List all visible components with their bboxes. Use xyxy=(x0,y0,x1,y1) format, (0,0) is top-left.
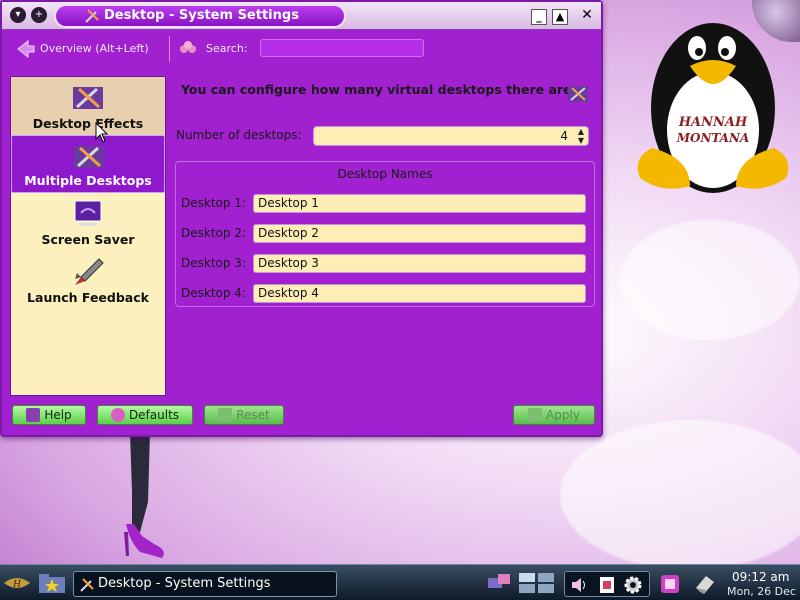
desktop-name-label: Desktop 3: xyxy=(181,256,246,270)
settings-tools-icon xyxy=(80,578,94,592)
desktop-settings-icon xyxy=(568,86,588,102)
device-notifier-icon[interactable] xyxy=(658,572,680,594)
defaults-button-label: Defaults xyxy=(128,408,180,422)
desktop-effects-icon xyxy=(73,87,103,109)
sidebar-item-label: Desktop Effects xyxy=(32,116,144,131)
desktop-name-field[interactable]: Desktop 3 xyxy=(253,254,586,273)
desktop-name-field[interactable]: Desktop 4 xyxy=(253,284,586,303)
search-input[interactable] xyxy=(260,39,424,57)
window-title: Desktop - System Settings xyxy=(54,4,346,28)
desktop-name-label: Desktop 1: xyxy=(181,196,246,210)
sidebar-item-multiple-desktops[interactable]: Multiple Desktops xyxy=(11,135,165,193)
apply-check-icon xyxy=(528,408,543,422)
app-launcher-icon[interactable]: H xyxy=(2,571,32,595)
desktop-name-row: Desktop 4: Desktop 4 xyxy=(181,284,591,304)
desktop-name-row: Desktop 3: Desktop 3 xyxy=(181,254,591,274)
klipper-icon[interactable] xyxy=(597,575,617,595)
back-arrow-icon xyxy=(17,40,35,58)
desktop-cloud xyxy=(620,220,800,340)
folder-star-icon[interactable] xyxy=(37,571,67,595)
sidebar-item-label: Launch Feedback xyxy=(27,290,149,305)
toolbar: Overview (Alt+Left) Search: xyxy=(2,32,601,66)
help-button-label: Help xyxy=(44,408,72,422)
help-button[interactable]: Help xyxy=(12,405,86,425)
system-tray xyxy=(564,571,650,597)
tux-penguin-image: HANNAH MONTANA xyxy=(637,23,789,193)
window-menu-icon[interactable]: ▾ xyxy=(10,7,26,23)
apply-button[interactable]: Apply xyxy=(513,405,595,425)
close-button[interactable]: ✕ xyxy=(579,8,595,25)
pin-icon[interactable]: + xyxy=(31,7,47,23)
gear-icon[interactable] xyxy=(623,575,643,595)
reset-button-label: Reset xyxy=(236,408,270,422)
svg-text:MONTANA: MONTANA xyxy=(676,131,750,145)
clock-date[interactable]: Mon, 26 Dec xyxy=(727,585,796,598)
overview-label: Overview (Alt+Left) xyxy=(40,42,149,55)
desktop-name-label: Desktop 4: xyxy=(181,286,246,300)
undo-icon xyxy=(110,408,125,422)
number-of-desktops-spinbox[interactable]: 4 ▲ ▼ xyxy=(313,126,589,146)
desktop-cloud xyxy=(560,420,800,570)
taskbar: H Desktop - System Settings 09:12 am Mon… xyxy=(0,564,800,600)
maximize-button[interactable]: ▲ xyxy=(552,9,568,25)
reset-icon xyxy=(218,408,233,422)
desktop-name-field[interactable]: Desktop 1 xyxy=(253,194,586,213)
reset-button[interactable]: Reset xyxy=(204,405,284,425)
toolbar-separator xyxy=(169,36,170,62)
number-of-desktops-label: Number of desktops: xyxy=(176,128,302,142)
desktop-name-label: Desktop 2: xyxy=(181,226,246,240)
search-label-text: Search: xyxy=(206,42,248,55)
search-icon xyxy=(180,41,196,53)
mouse-cursor xyxy=(95,122,109,143)
window-title-text: Desktop - System Settings xyxy=(104,8,299,23)
help-icon xyxy=(26,408,41,422)
sidebar: Desktop Effects Multiple Desktops Screen… xyxy=(10,76,166,396)
svg-text:H: H xyxy=(12,580,21,590)
desktop-name-field[interactable]: Desktop 2 xyxy=(253,224,586,243)
number-of-desktops-value: 4 xyxy=(560,129,568,143)
title-bar[interactable]: ▾ + Desktop - System Settings _ ▲ ✕ xyxy=(2,2,601,30)
page-heading: You can configure how many virtual deskt… xyxy=(181,82,577,97)
overview-button[interactable]: Overview (Alt+Left) xyxy=(12,38,149,60)
sidebar-item-launch-feedback[interactable]: Launch Feedback xyxy=(11,251,165,309)
multiple-desktops-icon xyxy=(74,146,104,168)
system-settings-window: ▾ + Desktop - System Settings _ ▲ ✕ Over… xyxy=(0,0,603,437)
taskbar-task-system-settings[interactable]: Desktop - System Settings xyxy=(73,571,337,597)
desktop-name-row: Desktop 1: Desktop 1 xyxy=(181,194,591,214)
search-label: Search: xyxy=(178,38,248,60)
defaults-button[interactable]: Defaults xyxy=(97,405,193,425)
sidebar-item-label: Screen Saver xyxy=(41,232,135,247)
sidebar-item-desktop-effects[interactable]: Desktop Effects xyxy=(11,77,165,135)
spin-arrows-icon[interactable]: ▲ ▼ xyxy=(578,127,584,145)
minimize-button[interactable]: _ xyxy=(531,9,547,25)
rocket-icon xyxy=(75,258,104,285)
desktop-names-group: Desktop Names Desktop 1: Desktop 1 Deskt… xyxy=(175,161,595,307)
pager-icon[interactable] xyxy=(518,572,554,594)
monitor-icon xyxy=(74,200,102,226)
desktop-name-row: Desktop 2: Desktop 2 xyxy=(181,224,591,244)
desktop-names-title: Desktop Names xyxy=(337,167,433,181)
sidebar-item-label: Multiple Desktops xyxy=(24,173,152,188)
sidebar-item-screen-saver[interactable]: Screen Saver xyxy=(11,193,165,251)
apply-button-label: Apply xyxy=(546,408,580,422)
clock-time[interactable]: 09:12 am xyxy=(732,570,789,584)
volume-icon[interactable] xyxy=(569,575,589,595)
wallpaper-figure xyxy=(124,432,164,558)
eraser-icon[interactable] xyxy=(692,572,714,594)
taskbar-task-label: Desktop - System Settings xyxy=(98,576,271,591)
settings-tools-icon xyxy=(85,9,99,23)
network-icon[interactable] xyxy=(486,572,510,594)
svg-text:HANNAH: HANNAH xyxy=(678,115,748,130)
